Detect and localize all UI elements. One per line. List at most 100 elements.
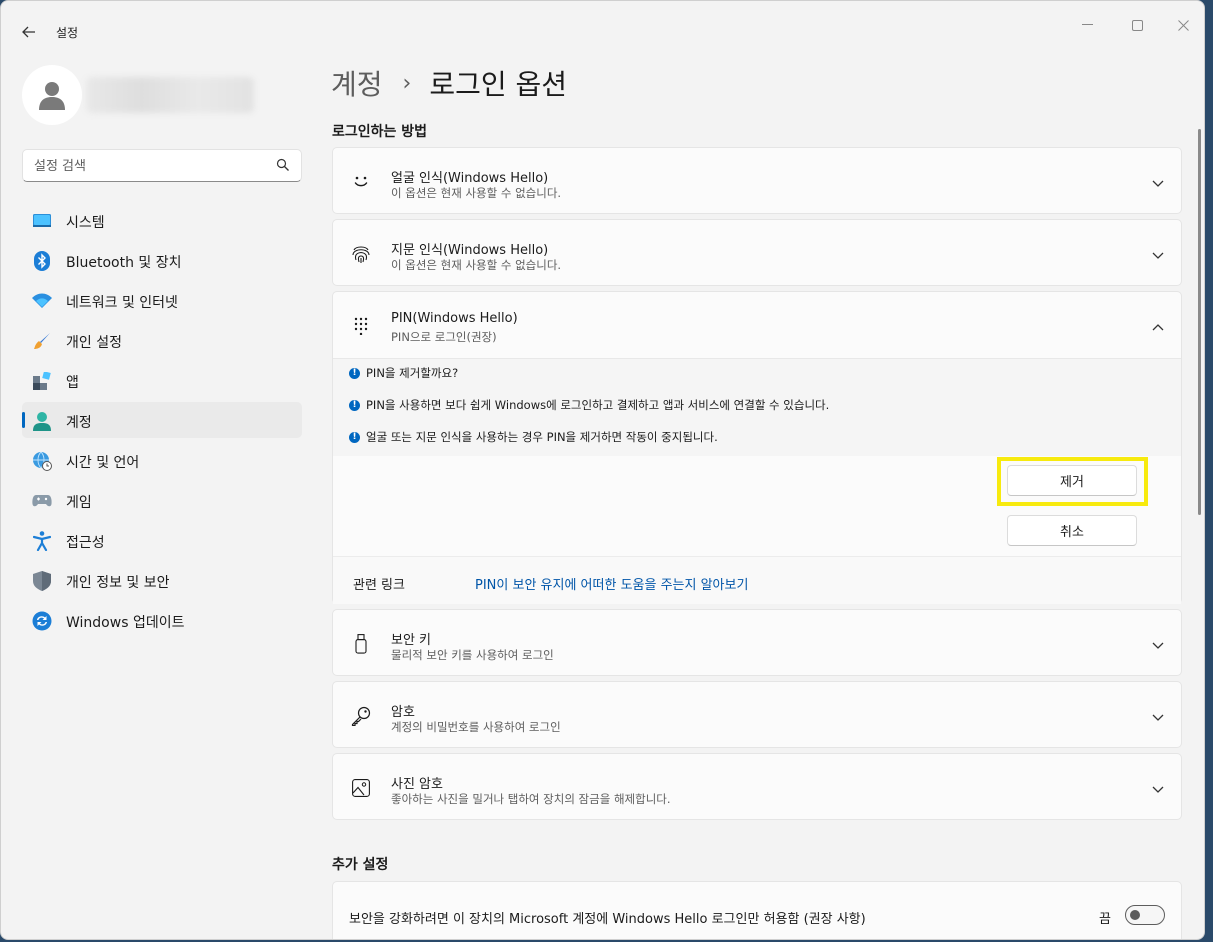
back-button[interactable]	[15, 19, 43, 45]
settings-search[interactable]	[22, 149, 302, 182]
shield-icon	[32, 571, 52, 591]
sidebar-item-label: 앱	[66, 375, 79, 391]
apps-icon	[32, 371, 52, 391]
chevron-down-icon[interactable]	[1147, 172, 1169, 194]
breadcrumb-separator: ›	[402, 70, 412, 96]
pin-card-header[interactable]: PIN(Windows Hello) PIN으로 로그인(권장)	[333, 292, 1181, 358]
chevron-down-icon[interactable]	[1147, 706, 1169, 728]
close-icon	[1177, 19, 1189, 31]
sidebar-item-personalization[interactable]: 개인 설정	[22, 322, 302, 358]
chevron-up-icon[interactable]	[1147, 316, 1169, 338]
sidebar-item-privacy[interactable]: 개인 정보 및 보안	[22, 562, 302, 598]
sidebar-item-apps[interactable]: 앱	[22, 362, 302, 398]
minimize-button[interactable]	[1064, 15, 1110, 35]
chevron-down-icon[interactable]	[1147, 778, 1169, 800]
highlight-box	[997, 457, 1148, 506]
sidebar-item-network[interactable]: 네트워크 및 인터넷	[22, 282, 302, 318]
avatar[interactable]	[22, 65, 82, 125]
system-monitor-icon	[32, 211, 52, 231]
cancel-button[interactable]: 취소	[1007, 515, 1137, 546]
maximize-button[interactable]	[1114, 15, 1160, 35]
key-icon	[349, 704, 373, 728]
sidebar-item-accounts[interactable]: 계정	[22, 402, 302, 438]
pin-info-text: PIN을 제거할까요?	[366, 366, 459, 380]
sidebar-nav: 시스템 Bluetooth 및 장치 네트워크 및 인터넷 개인 설정 앱 계정…	[22, 202, 302, 642]
card-title: 사진 암호	[391, 777, 443, 792]
card-title: 지문 인식(Windows Hello)	[391, 243, 549, 258]
sidebar-item-label: 개인 설정	[66, 335, 122, 351]
close-button[interactable]	[1160, 15, 1204, 35]
info-icon: !	[349, 431, 360, 443]
pin-security-link[interactable]: PIN이 보안 유지에 어떠한 도움을 주는지 알아보기	[475, 574, 748, 593]
setting-label: 보안을 강화하려면 이 장치의 Microsoft 계정에 Windows He…	[349, 912, 866, 927]
paintbrush-icon	[32, 331, 52, 351]
section-title-signin: 로그인하는 방법	[332, 124, 428, 140]
sidebar-item-system[interactable]: 시스템	[22, 202, 302, 238]
card-title: 보안 키	[391, 633, 432, 648]
breadcrumb-parent[interactable]: 계정	[331, 63, 383, 103]
sidebar-item-time-language[interactable]: 시간 및 언어	[22, 442, 302, 478]
fingerprint-card[interactable]: 지문 인식(Windows Hello) 이 옵션은 현재 사용할 수 없습니다…	[332, 219, 1182, 286]
pin-info-text: 얼굴 또는 지문 인식을 사용하는 경우 PIN을 제거하면 작동이 중지됩니다…	[366, 430, 718, 444]
card-subtitle: 이 옵션은 현재 사용할 수 없습니다.	[391, 258, 562, 272]
card-title: 암호	[391, 705, 415, 720]
search-icon[interactable]	[276, 158, 290, 172]
sidebar-item-gaming[interactable]: 게임	[22, 482, 302, 518]
sidebar-item-label: Bluetooth 및 장치	[66, 255, 182, 271]
sidebar-item-label: 네트워크 및 인터넷	[66, 295, 178, 311]
sidebar-item-windows-update[interactable]: Windows 업데이트	[22, 602, 302, 638]
account-name-redacted	[86, 77, 254, 113]
card-subtitle: 물리적 보안 키를 사용하여 로그인	[391, 648, 554, 662]
password-card[interactable]: 암호 계정의 비밀번호를 사용하여 로그인	[332, 681, 1182, 748]
security-key-card[interactable]: 보안 키 물리적 보안 키를 사용하여 로그인	[332, 609, 1182, 676]
update-icon	[32, 611, 52, 631]
pin-info-text: PIN을 사용하면 보다 쉽게 Windows에 로그인하고 결제하고 앱과 서…	[366, 398, 830, 412]
card-subtitle: PIN으로 로그인(권장)	[391, 330, 497, 344]
info-icon: !	[349, 367, 360, 379]
hello-only-setting: 보안을 강화하려면 이 장치의 Microsoft 계정에 Windows He…	[332, 881, 1182, 939]
sidebar-item-label: 접근성	[66, 535, 105, 551]
account-icon	[32, 411, 52, 431]
maximize-icon	[1131, 19, 1143, 31]
pin-info-line: ! 얼굴 또는 지문 인식을 사용하는 경우 PIN을 제거하면 작동이 중지됩…	[349, 429, 718, 445]
bluetooth-icon	[32, 251, 52, 271]
card-subtitle: 이 옵션은 현재 사용할 수 없습니다.	[391, 186, 562, 200]
related-links-label: 관련 링크	[353, 578, 405, 593]
title-bar: 설정	[1, 1, 1204, 47]
sidebar-item-bluetooth[interactable]: Bluetooth 및 장치	[22, 242, 302, 278]
minimize-icon	[1081, 24, 1093, 25]
face-icon	[349, 170, 373, 194]
accessibility-icon	[32, 531, 52, 551]
pin-card: PIN(Windows Hello) PIN으로 로그인(권장) ! PIN을 …	[332, 291, 1182, 604]
settings-window: 설정 시스템 Bluetooth 및 장치 네트워크 및 인터넷	[0, 0, 1205, 940]
toggle-knob	[1130, 910, 1140, 920]
sidebar-item-label: 개인 정보 및 보안	[66, 575, 170, 591]
toggle-state-label: 끔	[1099, 912, 1111, 927]
gamepad-icon	[32, 491, 52, 511]
sidebar-item-label: 게임	[66, 495, 92, 511]
card-subtitle: 계정의 비밀번호를 사용하여 로그인	[391, 720, 561, 734]
chevron-down-icon[interactable]	[1147, 634, 1169, 656]
hello-only-toggle[interactable]	[1125, 905, 1165, 925]
back-arrow-icon	[22, 26, 35, 38]
info-icon: !	[349, 399, 360, 411]
page-title: 로그인 옵션	[429, 68, 568, 101]
sidebar-item-accessibility[interactable]: 접근성	[22, 522, 302, 558]
picture-icon	[349, 776, 373, 800]
wifi-icon	[32, 291, 52, 311]
usb-key-icon	[349, 632, 373, 656]
card-title: 얼굴 인식(Windows Hello)	[391, 171, 549, 186]
search-input[interactable]	[34, 156, 264, 176]
pin-info-line: ! PIN을 제거할까요?	[349, 365, 458, 381]
chevron-down-icon[interactable]	[1147, 244, 1169, 266]
related-links: 관련 링크 PIN이 보안 유지에 어떠한 도움을 주는지 알아보기	[333, 556, 1181, 604]
sidebar-item-label: 시스템	[66, 215, 105, 231]
scrollbar[interactable]	[1198, 129, 1201, 515]
breadcrumb: 계정 › 로그인 옵션	[331, 63, 567, 103]
card-subtitle: 좋아하는 사진을 밀거나 탭하여 장치의 잠금을 해제합니다.	[391, 792, 671, 806]
fingerprint-icon	[349, 242, 373, 266]
picture-password-card[interactable]: 사진 암호 좋아하는 사진을 밀거나 탭하여 장치의 잠금을 해제합니다.	[332, 753, 1182, 820]
sidebar-item-label: 계정	[66, 415, 92, 431]
face-recognition-card[interactable]: 얼굴 인식(Windows Hello) 이 옵션은 현재 사용할 수 없습니다…	[332, 147, 1182, 214]
user-icon	[39, 82, 65, 110]
